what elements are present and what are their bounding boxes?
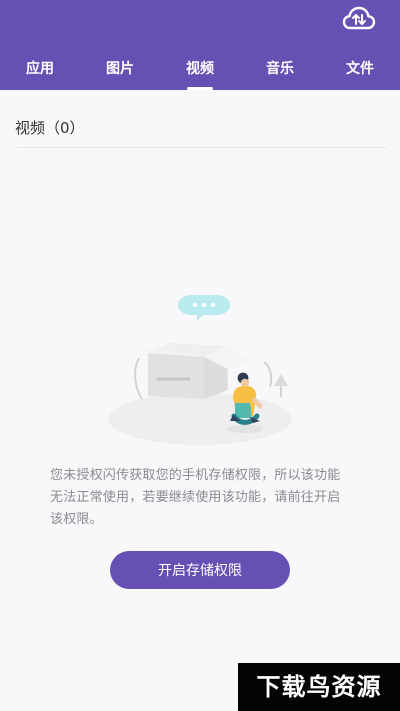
tab-files-label: 文件 (346, 61, 374, 77)
page-title: 视频（0） (15, 119, 85, 137)
empty-box-person-illustration (100, 295, 300, 455)
section-divider (17, 147, 386, 148)
cloud-transfer-icon[interactable] (342, 4, 376, 34)
tab-files[interactable]: 文件 (330, 52, 390, 90)
tab-music-label: 音乐 (266, 61, 294, 77)
tab-images-label: 图片 (106, 61, 134, 77)
tab-music[interactable]: 音乐 (250, 52, 310, 90)
app-header: 应用 图片 视频 音乐 文件 (0, 0, 400, 90)
tab-apps-label: 应用 (26, 61, 54, 77)
tab-images[interactable]: 图片 (90, 52, 150, 90)
tab-videos[interactable]: 视频 (170, 52, 230, 90)
category-tabs: 应用 图片 视频 音乐 文件 (0, 52, 400, 90)
storage-permission-message: 您未授权闪传获取您的手机存储权限，所以该功能无法正常使用，若要继续使用该功能，请… (50, 468, 341, 527)
video-content: 视频（0） 您未授权闪传获取您的手机存储权限，所以该功能无法正常使用，若要继续使… (0, 90, 400, 711)
watermark-logo: 下载鸟资源 (238, 663, 400, 711)
tab-videos-label: 视频 (186, 61, 214, 77)
enable-storage-permission-button[interactable]: 开启存储权限 (110, 551, 290, 589)
tab-apps[interactable]: 应用 (10, 52, 70, 90)
